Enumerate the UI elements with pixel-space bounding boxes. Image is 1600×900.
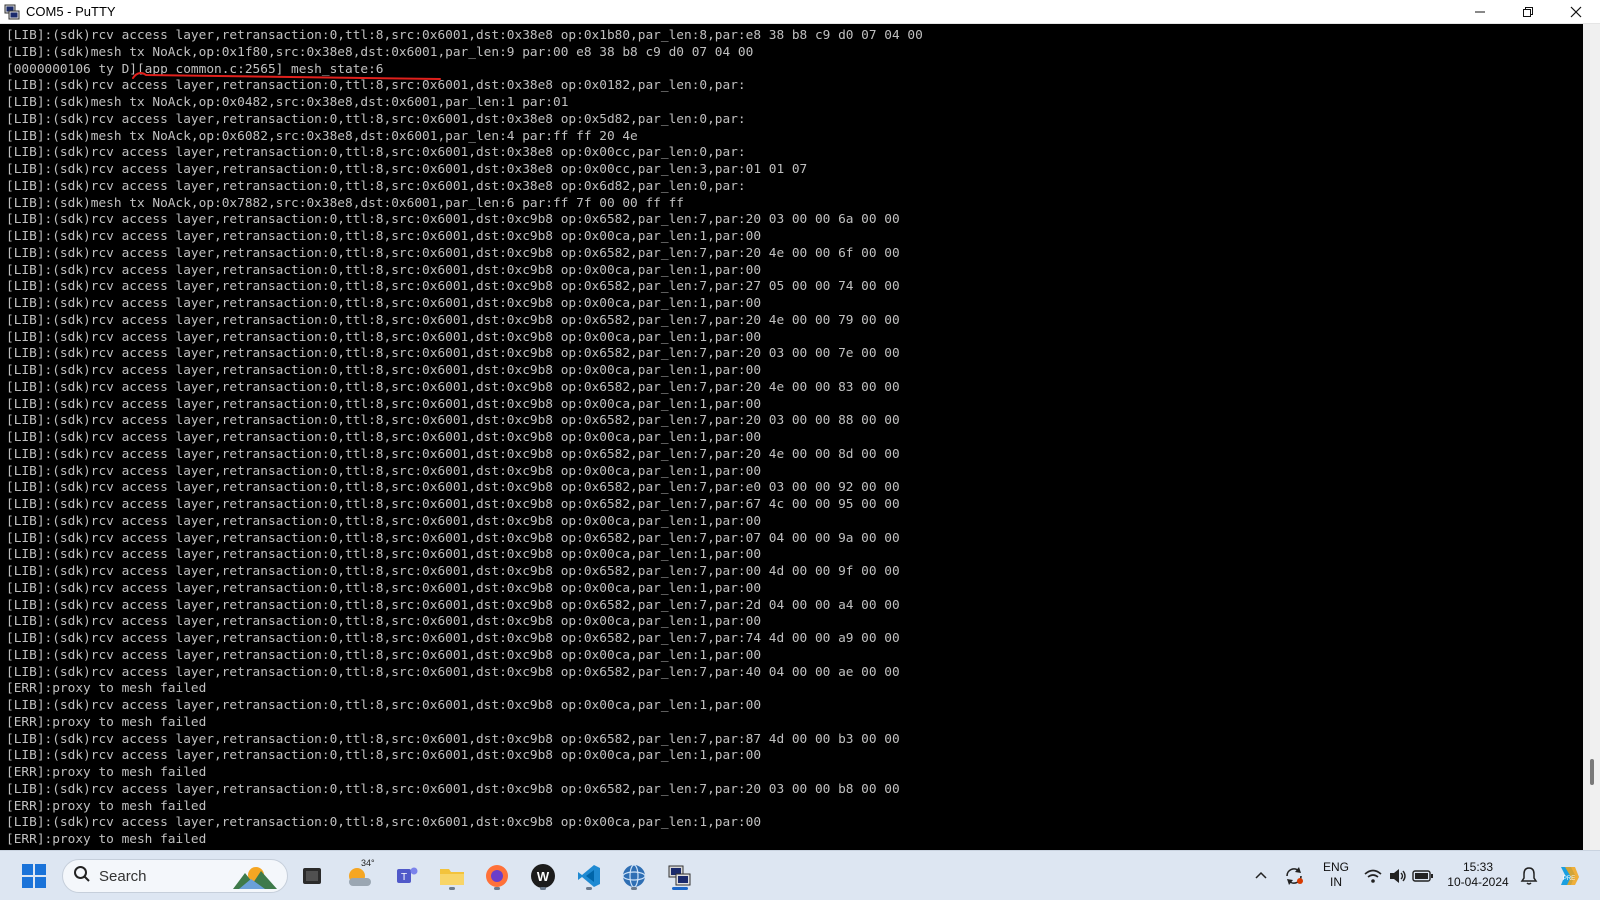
terminal-line: [LIB]:(sdk)mesh tx NoAck,op:0x6082,src:0… [6,128,638,144]
terminal-line: [LIB]:(sdk)rcv access layer,retransactio… [6,631,900,646]
terminal-line: [LIB]:(sdk)rcv access layer,retransactio… [6,296,762,311]
svg-text:PRE: PRE [1563,876,1575,882]
window-titlebar[interactable]: COM5 - PuTTY [0,0,1600,24]
running-indicator [540,887,546,890]
terminal-line: [LIB]:(sdk)rcv access layer,retransactio… [6,513,762,529]
language-indicator[interactable]: ENG IN [1316,860,1356,890]
terminal-line: [LIB]:(sdk)rcv access layer,retransactio… [6,564,900,579]
language-code: ENG [1322,860,1349,874]
taskbar-clock[interactable]: 15:33 10-04-2024 [1438,860,1518,890]
clock-date: 10-04-2024 [1447,875,1509,889]
putty-app-icon [4,4,20,20]
minimize-icon[interactable] [1456,0,1504,24]
copilot-icon[interactable]: PRE [1552,860,1584,892]
terminal-line: [LIB]:(sdk)rcv access layer,retransactio… [6,229,762,244]
terminal-line: [LIB]:(sdk)rcv access layer,retransactio… [6,614,762,630]
search-icon [73,865,91,887]
search-placeholder: Search [99,867,147,885]
terminal-line: [LIB]:(sdk)rcv access layer,retransactio… [6,547,762,563]
terminal-line: [LIB]:(sdk)rcv access layer,retransactio… [6,446,900,462]
terminal-line: [LIB]:(sdk)rcv access layer,retransactio… [6,262,762,278]
terminal-line: [LIB]:(sdk)rcv access layer,retransactio… [6,748,762,764]
terminal-line: [LIB]:(sdk)mesh tx NoAck,op:0x1f80,src:0… [6,44,754,60]
terminal-line: [LIB]:(sdk)rcv access layer,retransactio… [6,463,762,479]
terminal-line: [LIB]:(sdk)rcv access layer,retransactio… [6,580,762,596]
terminal-line: [LIB]:(sdk)rcv access layer,retransactio… [6,145,746,161]
close-icon[interactable] [1552,0,1600,24]
terminal-line: [LIB]:(sdk)rcv access layer,retransactio… [6,111,746,127]
terminal-line: [LIB]:(sdk)rcv access layer,retransactio… [6,413,900,429]
svg-text:W: W [537,869,550,884]
wireshark-icon[interactable]: W [527,860,559,892]
globe-app-icon[interactable] [618,860,650,892]
terminal-line: [LIB]:(sdk)rcv access layer,retransactio… [6,329,762,345]
terminal-line: [LIB]:(sdk)rcv access layer,retransactio… [6,497,900,512]
taskbar: Search 34° T W ENG IN 15:33 10-04-2024 P… [0,850,1600,900]
terminal-line: [LIB]:(sdk)rcv access layer,retransactio… [6,396,762,412]
terminal-line: [LIB]:(sdk)rcv access layer,retransactio… [6,312,900,328]
running-indicator [494,887,500,890]
teams-icon[interactable]: T [391,860,423,892]
restore-icon[interactable] [1504,0,1552,24]
terminal-output[interactable]: [LIB]:(sdk)rcv access layer,retransactio… [0,24,1583,850]
terminal-line: [LIB]:(sdk)rcv access layer,retransactio… [6,245,900,261]
terminal-line: [LIB]:(sdk)rcv access layer,retransactio… [6,597,900,613]
window-controls [1456,0,1600,24]
terminal-line: [LIB]:(sdk)rcv access layer,retransactio… [6,178,746,194]
terminal-line: [LIB]:(sdk)rcv access layer,retransactio… [6,363,762,378]
terminal-line: [LIB]:(sdk)rcv access layer,retransactio… [6,212,900,228]
terminal-line: [LIB]:(sdk)rcv access layer,retransactio… [6,480,900,496]
running-indicator [449,887,455,890]
terminal-line: [ERR]:proxy to mesh failed [6,765,207,780]
taskbar-search[interactable]: Search [62,859,288,893]
terminal-line: [0000000106 ty D][app_common.c:2565] mes… [6,61,384,77]
active-indicator [672,887,688,890]
putty-icon[interactable] [664,860,696,892]
scrollbar-thumb[interactable] [1590,759,1594,785]
terminal-line: [LIB]:(sdk)rcv access layer,retransactio… [6,28,923,43]
terminal-line: [LIB]:(sdk)rcv access layer,retransactio… [6,162,808,177]
chevron-up-icon[interactable] [1245,860,1277,892]
terminal-line: [LIB]:(sdk)rcv access layer,retransactio… [6,815,762,831]
terminal-line: [ERR]:proxy to mesh failed [6,681,207,697]
language-region: IN [1330,875,1342,889]
terminal-line: [ERR]:proxy to mesh failed [6,832,207,847]
terminal-line: [ERR]:proxy to mesh failed [6,714,207,730]
task-view-icon[interactable] [296,860,328,892]
notification-bell-icon[interactable] [1513,860,1545,892]
terminal-line: [LIB]:(sdk)rcv access layer,retransactio… [6,430,762,445]
terminal-line: [LIB]:(sdk)mesh tx NoAck,op:0x7882,src:0… [6,195,684,211]
weather-temperature: 34° [361,858,375,868]
terminal-line: [LIB]:(sdk)mesh tx NoAck,op:0x0482,src:0… [6,95,569,110]
svg-text:T: T [401,872,407,883]
vertical-scrollbar[interactable] [1583,24,1600,850]
terminal-line: [LIB]:(sdk)rcv access layer,retransactio… [6,731,900,747]
sync-icon[interactable] [1278,860,1310,892]
window-title: COM5 - PuTTY [26,4,116,19]
terminal-line: [LIB]:(sdk)rcv access layer,retransactio… [6,664,900,680]
running-indicator [631,887,637,890]
terminal-line: [ERR]:proxy to mesh failed [6,798,207,814]
firefox-icon[interactable] [481,860,513,892]
terminal-line: [LIB]:(sdk)rcv access layer,retransactio… [6,346,900,362]
start-icon[interactable] [18,860,50,892]
search-highlight-image [231,863,281,895]
terminal-line: [LIB]:(sdk)rcv access layer,retransactio… [6,781,900,797]
vscode-icon[interactable] [573,860,605,892]
running-indicator [586,887,592,890]
terminal-line: [LIB]:(sdk)rcv access layer,retransactio… [6,530,900,546]
terminal-line: [LIB]:(sdk)rcv access layer,retransactio… [6,279,900,295]
terminal-line: [LIB]:(sdk)rcv access layer,retransactio… [6,379,900,395]
terminal-line: [LIB]:(sdk)rcv access layer,retransactio… [6,698,762,713]
terminal-line: [LIB]:(sdk)rcv access layer,retransactio… [6,78,746,94]
terminal-line: [LIB]:(sdk)rcv access layer,retransactio… [6,647,762,663]
battery-icon[interactable] [1407,860,1439,892]
file-explorer-icon[interactable] [436,860,468,892]
clock-time: 15:33 [1462,860,1494,874]
